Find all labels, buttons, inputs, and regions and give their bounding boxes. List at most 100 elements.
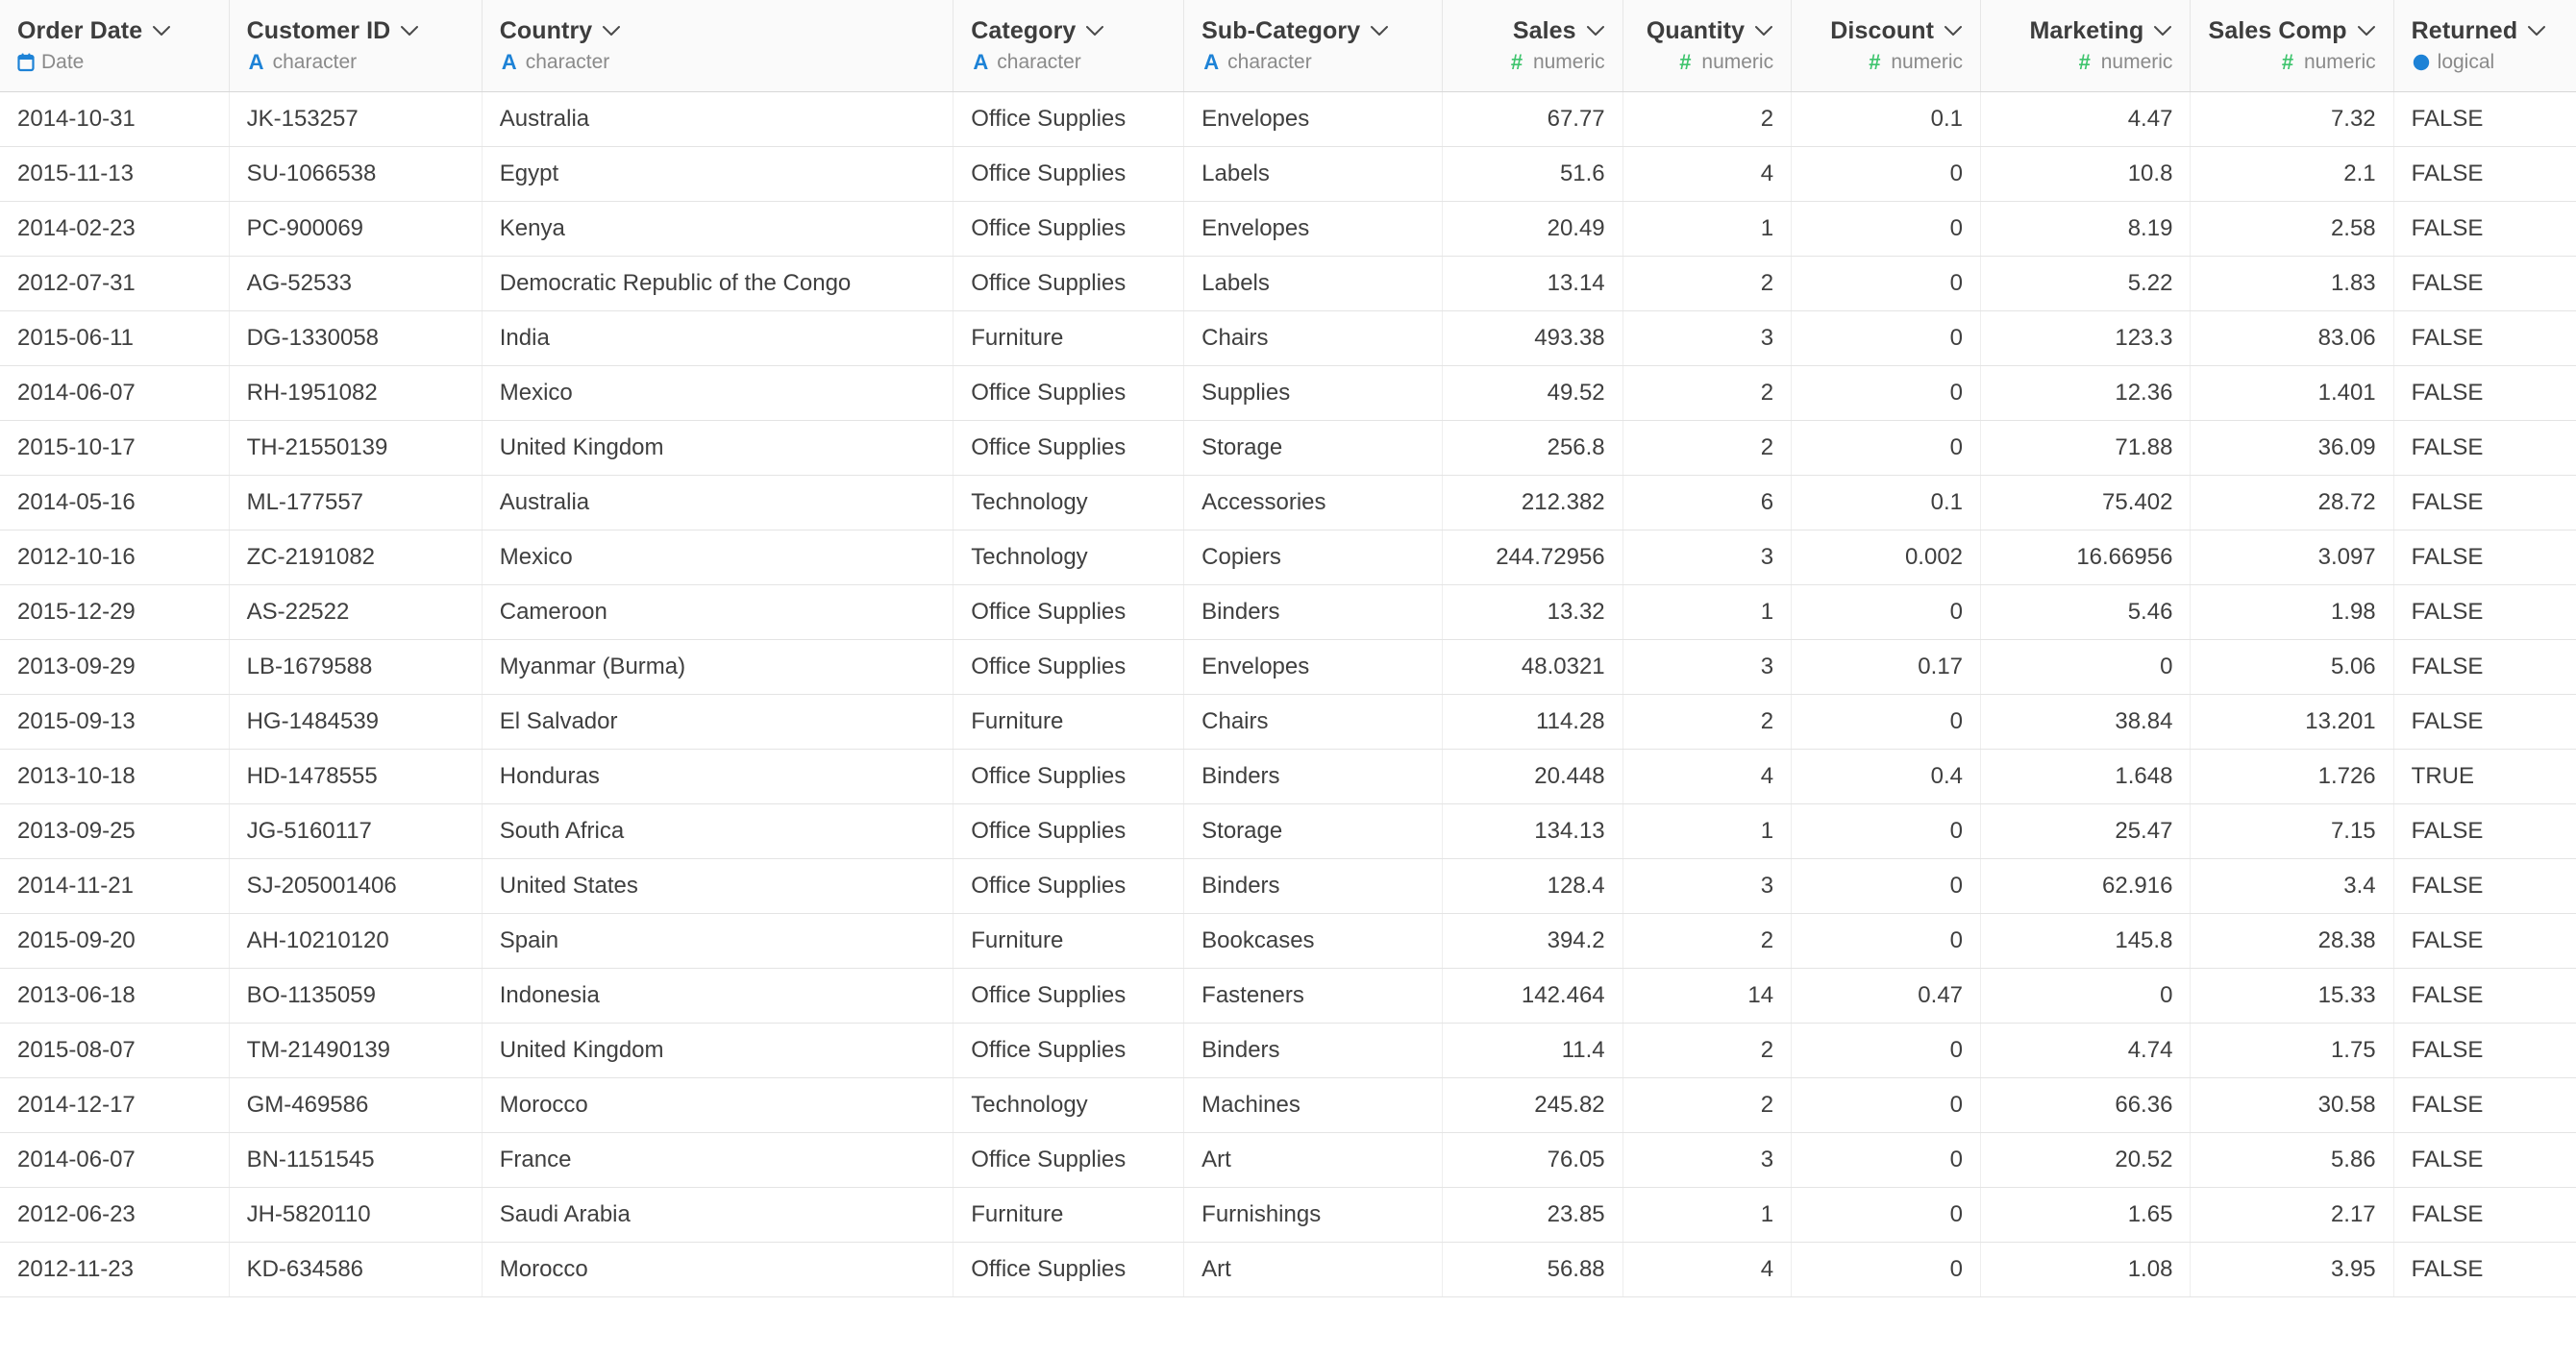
hash-icon: # xyxy=(1869,50,1881,74)
cell-country: Australia xyxy=(482,475,954,530)
cell-customer-id: SJ-205001406 xyxy=(229,858,483,914)
column-header-marketing[interactable]: Marketing # numeric xyxy=(1980,0,2192,92)
table-row[interactable]: 2015-09-13 HG-1484539 El Salvador Furniture… xyxy=(0,694,2576,750)
table-row[interactable]: 2015-11-13 SU-1066538 Egypt Office Supplies… xyxy=(0,146,2576,202)
chevron-down-icon[interactable] xyxy=(152,25,171,37)
chevron-down-icon[interactable] xyxy=(1370,25,1389,37)
cell-customer-id: BN-1151545 xyxy=(229,1132,483,1188)
cell-returned: FALSE xyxy=(2393,584,2576,640)
cell-category: Office Supplies xyxy=(953,146,1185,202)
column-header-customer-id[interactable]: Customer ID Acharacter xyxy=(229,0,483,92)
cell-sales: 56.88 xyxy=(1442,1242,1623,1297)
cell-quantity: 2 xyxy=(1622,256,1793,311)
cell-category: Furniture xyxy=(953,310,1185,366)
cell-sub-category: Labels xyxy=(1183,146,1443,202)
table-row[interactable]: 2012-11-23 KD-634586 Morocco Office Supplie… xyxy=(0,1242,2576,1297)
chevron-down-icon[interactable] xyxy=(2527,25,2546,37)
cell-sub-category: Envelopes xyxy=(1183,201,1443,257)
table-row[interactable]: 2015-10-17 TH-21550139 United Kingdom Offic… xyxy=(0,420,2576,476)
hash-icon: # xyxy=(2078,50,2091,74)
table-row[interactable]: 2012-10-16 ZC-2191082 Mexico Technology Copi… xyxy=(0,530,2576,585)
table-row[interactable]: 2014-10-31 JK-153257 Australia Office Suppl… xyxy=(0,91,2576,147)
cell-marketing: 20.52 xyxy=(1980,1132,2192,1188)
column-header-sales[interactable]: Sales # numeric xyxy=(1442,0,1623,92)
column-header-country[interactable]: Country Acharacter xyxy=(482,0,954,92)
cell-sales-comp: 83.06 xyxy=(2190,310,2394,366)
column-header-top: Discount xyxy=(1809,0,1963,48)
chevron-down-icon[interactable] xyxy=(2153,25,2172,37)
cell-sub-category: Chairs xyxy=(1183,694,1443,750)
table-header: Order Date Date Customer ID Acharacter Count… xyxy=(0,0,2576,92)
table-row[interactable]: 2014-12-17 GM-469586 Morocco Technology Mach… xyxy=(0,1077,2576,1133)
table-row[interactable]: 2015-08-07 TM-21490139 United Kingdom Offic… xyxy=(0,1023,2576,1078)
column-header-sales-comp[interactable]: Sales Comp # numeric xyxy=(2190,0,2394,92)
cell-quantity: 1 xyxy=(1622,201,1793,257)
cell-quantity: 1 xyxy=(1622,1187,1793,1243)
hash-icon: # xyxy=(1679,50,1692,74)
cell-country: Cameroon xyxy=(482,584,954,640)
cell-discount: 0 xyxy=(1791,584,1982,640)
cell-country: Morocco xyxy=(482,1242,954,1297)
column-header-category[interactable]: Category Acharacter xyxy=(953,0,1185,92)
table-row[interactable]: 2015-12-29 AS-22522 Cameroon Office Supplie… xyxy=(0,584,2576,640)
cell-sub-category: Storage xyxy=(1183,420,1443,476)
cell-discount: 0.002 xyxy=(1791,530,1982,585)
chevron-down-icon[interactable] xyxy=(400,25,419,37)
cell-sales-comp: 1.75 xyxy=(2190,1023,2394,1078)
chevron-down-icon[interactable] xyxy=(602,25,621,37)
cell-sub-category: Copiers xyxy=(1183,530,1443,585)
cell-customer-id: JK-153257 xyxy=(229,91,483,147)
table-row[interactable]: 2014-05-16 ML-177557 Australia Technology Ac… xyxy=(0,475,2576,530)
column-header-quantity[interactable]: Quantity # numeric xyxy=(1622,0,1793,92)
cell-discount: 0.17 xyxy=(1791,639,1982,695)
hash-icon: # xyxy=(1510,50,1523,74)
column-header-top: Sales xyxy=(1460,0,1605,48)
cell-order-date: 2015-09-20 xyxy=(0,913,230,969)
cell-sales: 48.0321 xyxy=(1442,639,1623,695)
cell-sub-category: Art xyxy=(1183,1242,1443,1297)
hash-icon: # xyxy=(2281,50,2294,74)
cell-sub-category: Storage xyxy=(1183,803,1443,859)
chevron-down-icon[interactable] xyxy=(1944,25,1963,37)
cell-quantity: 3 xyxy=(1622,639,1793,695)
cell-sales: 245.82 xyxy=(1442,1077,1623,1133)
table-row[interactable]: 2013-10-18 HD-1478555 Honduras Office Suppl… xyxy=(0,749,2576,804)
chevron-down-icon[interactable] xyxy=(1754,25,1773,37)
column-header-returned[interactable]: Returned logical xyxy=(2393,0,2576,92)
table-row[interactable]: 2013-06-18 BO-1135059 Indonesia Office Supp… xyxy=(0,968,2576,1024)
table-row[interactable]: 2015-09-20 AH-10210120 Spain Furniture Bookc… xyxy=(0,913,2576,969)
cell-customer-id: PC-900069 xyxy=(229,201,483,257)
table-row[interactable]: 2014-06-07 RH-1951082 Mexico Office Supplie… xyxy=(0,365,2576,421)
column-header-discount[interactable]: Discount # numeric xyxy=(1791,0,1982,92)
cell-discount: 0.4 xyxy=(1791,749,1982,804)
table-row[interactable]: 2014-06-07 BN-1151545 France Office Supplie… xyxy=(0,1132,2576,1188)
column-header-sub-category[interactable]: Sub-Category Acharacter xyxy=(1183,0,1443,92)
cell-returned: FALSE xyxy=(2393,1077,2576,1133)
cell-quantity: 2 xyxy=(1622,694,1793,750)
cell-discount: 0 xyxy=(1791,1077,1982,1133)
chevron-down-icon[interactable] xyxy=(1085,25,1104,37)
cell-category: Office Supplies xyxy=(953,256,1185,311)
cell-sales-comp: 2.58 xyxy=(2190,201,2394,257)
cell-sales-comp: 3.097 xyxy=(2190,530,2394,585)
table-row[interactable]: 2015-06-11 DG-1330058 India Furniture Chairs… xyxy=(0,310,2576,366)
cell-category: Office Supplies xyxy=(953,584,1185,640)
cell-sales-comp: 3.95 xyxy=(2190,1242,2394,1297)
table-row[interactable]: 2013-09-25 JG-5160117 South Africa Office S… xyxy=(0,803,2576,859)
column-header-order-date[interactable]: Order Date Date xyxy=(0,0,230,92)
chevron-down-icon[interactable] xyxy=(2357,25,2376,37)
cell-quantity: 4 xyxy=(1622,749,1793,804)
cell-country: South Africa xyxy=(482,803,954,859)
cell-quantity: 6 xyxy=(1622,475,1793,530)
table-row[interactable]: 2012-07-31 AG-52533 Democratic Republic of… xyxy=(0,256,2576,311)
chevron-down-icon[interactable] xyxy=(1586,25,1605,37)
table-row[interactable]: 2012-06-23 JH-5820110 Saudi Arabia Furnitur… xyxy=(0,1187,2576,1243)
column-type-label: numeric xyxy=(1532,51,1605,73)
column-type-label: character xyxy=(1227,51,1312,73)
table-row[interactable]: 2014-11-21 SJ-205001406 United States Offic… xyxy=(0,858,2576,914)
table-row[interactable]: 2014-02-23 PC-900069 Kenya Office Supplies E… xyxy=(0,201,2576,257)
cell-discount: 0.1 xyxy=(1791,475,1982,530)
table-row[interactable]: 2013-09-29 LB-1679588 Myanmar (Burma) Offic… xyxy=(0,639,2576,695)
cell-order-date: 2015-12-29 xyxy=(0,584,230,640)
cell-sub-category: Art xyxy=(1183,1132,1443,1188)
